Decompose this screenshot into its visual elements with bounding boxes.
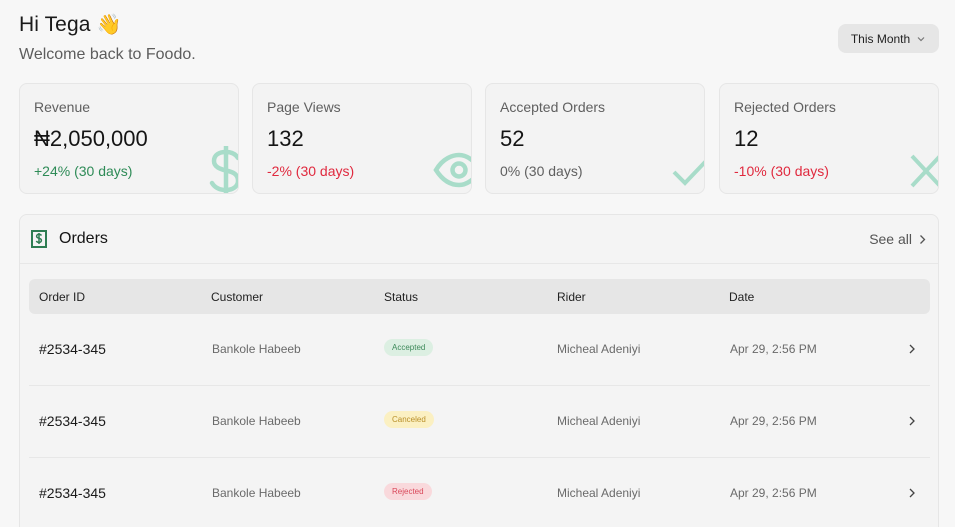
banknote-icon xyxy=(31,230,47,248)
order-date: Apr 29, 2:56 PM xyxy=(730,414,817,428)
column-header-customer: Customer xyxy=(211,290,264,304)
greeting-text: Hi Tega xyxy=(19,12,91,36)
chevron-right-icon[interactable] xyxy=(908,487,916,499)
stat-card-page-views: Page Views 132 -2% (30 days) xyxy=(252,83,472,194)
stat-label: Page Views xyxy=(267,99,341,115)
greeting-block: Hi Tega 👋 Welcome back to Foodo. xyxy=(19,12,196,64)
stat-label: Accepted Orders xyxy=(500,99,606,115)
customer-name: Bankole Habeeb xyxy=(212,486,301,500)
stat-value: 12 xyxy=(734,126,759,151)
order-date: Apr 29, 2:56 PM xyxy=(730,342,817,356)
order-date: Apr 29, 2:56 PM xyxy=(730,486,817,500)
stat-delta: 0% (30 days) xyxy=(500,163,583,179)
stat-card-accepted-orders: Accepted Orders 52 0% (30 days) xyxy=(485,83,705,194)
order-id: #2534-345 xyxy=(39,413,106,429)
customer-name: Bankole Habeeb xyxy=(212,414,301,428)
rider-name: Micheal Adeniyi xyxy=(557,414,641,428)
column-header-date: Date xyxy=(729,290,755,304)
stat-card-rejected-orders: Rejected Orders 12 -10% (30 days) xyxy=(719,83,939,194)
stat-delta: +24% (30 days) xyxy=(34,163,133,179)
rider-name: Micheal Adeniyi xyxy=(557,486,641,500)
column-header-order-id: Order ID xyxy=(39,290,86,304)
customer-name: Bankole Habeeb xyxy=(212,342,301,356)
see-all-label: See all xyxy=(869,231,912,247)
stat-delta: -2% (30 days) xyxy=(267,163,355,179)
status-badge: Accepted xyxy=(384,339,434,356)
x-icon xyxy=(910,154,938,188)
orders-title-text: Orders xyxy=(59,230,108,247)
page-title: Hi Tega 👋 xyxy=(19,12,196,37)
order-id: #2534-345 xyxy=(39,485,106,501)
period-select-label: This Month xyxy=(850,31,911,46)
order-id: #2534-345 xyxy=(39,341,106,357)
chevron-right-icon xyxy=(920,234,926,244)
orders-panel: Orders See all Order ID Customer Status … xyxy=(19,214,939,527)
stat-card-revenue: Revenue ₦2,050,000 +24% (30 days) xyxy=(19,83,239,194)
column-header-status: Status xyxy=(384,290,419,304)
table-row[interactable]: #2534-345 Bankole Habeeb Accepted Michea… xyxy=(29,314,930,386)
waving-hand-icon: 👋 xyxy=(96,14,122,36)
table-row[interactable]: #2534-345 Bankole Habeeb Canceled Michea… xyxy=(29,386,930,458)
stat-delta: -10% (30 days) xyxy=(734,163,829,179)
stat-label: Revenue xyxy=(34,99,91,115)
check-icon xyxy=(672,160,704,186)
table-row[interactable]: #2534-345 Bankole Habeeb Rejected Michea… xyxy=(29,458,930,527)
period-select-button[interactable]: This Month xyxy=(838,24,939,53)
dollar-icon xyxy=(209,146,238,193)
column-header-rider: Rider xyxy=(557,290,586,304)
orders-title: Orders xyxy=(31,230,108,248)
orders-header: Orders See all xyxy=(20,215,938,264)
welcome-subtitle: Welcome back to Foodo. xyxy=(19,46,196,63)
status-badge: Canceled xyxy=(384,411,434,428)
eye-icon xyxy=(433,152,471,188)
rider-name: Micheal Adeniyi xyxy=(557,342,641,356)
status-badge: Rejected xyxy=(384,483,432,500)
stat-value: 52 xyxy=(500,126,525,151)
stat-value: ₦2,050,000 xyxy=(34,126,148,151)
stat-label: Rejected Orders xyxy=(734,99,836,115)
chevron-right-icon[interactable] xyxy=(908,415,916,427)
see-all-link[interactable]: See all xyxy=(869,231,926,247)
chevron-right-icon[interactable] xyxy=(908,343,916,355)
stat-value: 132 xyxy=(267,126,304,151)
chevron-down-icon xyxy=(917,36,925,41)
table-header: Order ID Customer Status Rider Date xyxy=(29,279,930,314)
